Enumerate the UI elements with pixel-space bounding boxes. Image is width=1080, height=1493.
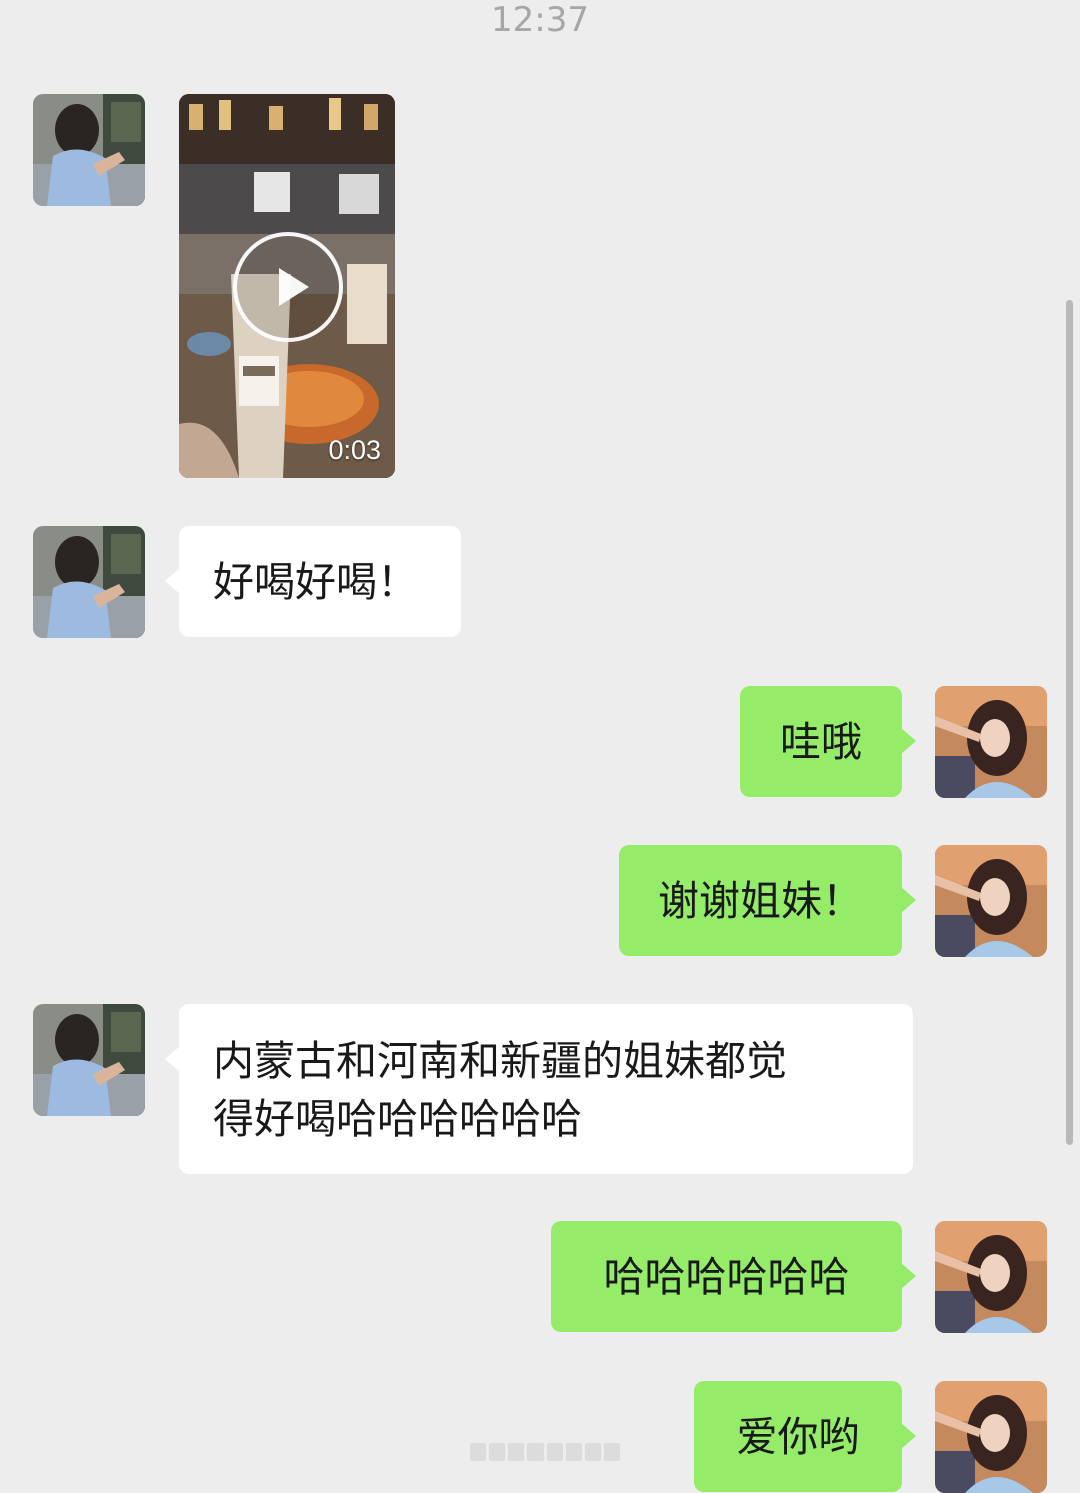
contact-avatar[interactable] (33, 526, 145, 638)
message-bubble-sent[interactable]: 爱你哟 (694, 1381, 916, 1492)
scrollbar[interactable] (1066, 300, 1073, 1145)
self-avatar[interactable] (935, 845, 1047, 957)
play-icon (279, 268, 309, 306)
play-button[interactable] (233, 232, 343, 342)
message-bubble-sent[interactable]: 哈哈哈哈哈哈 (551, 1221, 916, 1332)
message-bubble-received[interactable]: 内蒙古和河南和新疆的姐妹都觉 得好喝哈哈哈哈哈哈 (165, 1004, 913, 1174)
self-avatar[interactable] (935, 1381, 1047, 1493)
self-avatar[interactable] (935, 686, 1047, 798)
watermark (470, 1443, 620, 1461)
timestamp: 12:37 (491, 0, 589, 40)
video-duration: 0:03 (328, 435, 381, 465)
contact-avatar[interactable] (33, 94, 145, 206)
message-bubble-sent[interactable]: 哇哦 (740, 686, 916, 797)
message-bubble-sent[interactable]: 谢谢姐妹！ (619, 845, 916, 956)
message-bubble-received[interactable]: 好喝好喝！ (165, 526, 461, 637)
self-avatar[interactable] (935, 1221, 1047, 1333)
contact-avatar[interactable] (33, 1004, 145, 1116)
video-message[interactable]: 0:03 (179, 94, 395, 478)
